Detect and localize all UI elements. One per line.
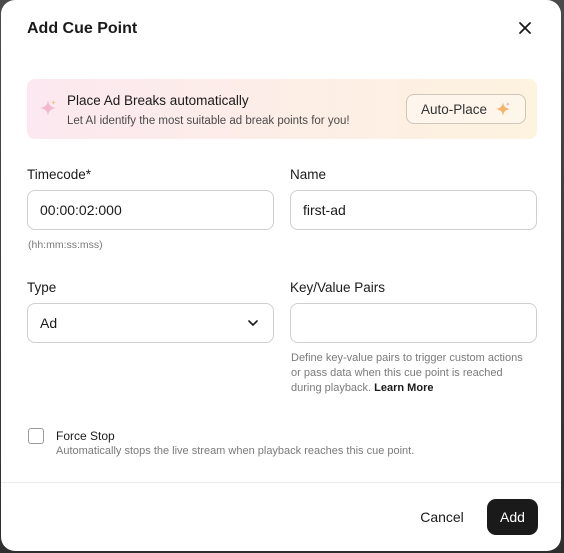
close-button[interactable] [515, 18, 535, 38]
footer-divider [1, 482, 561, 483]
force-stop-checkbox[interactable] [28, 428, 44, 444]
sparkle-icon [40, 100, 56, 116]
force-stop-description: Automatically stops the live stream when… [56, 445, 415, 457]
banner-subtitle: Let AI identify the most suitable ad bre… [67, 115, 350, 127]
timecode-format-hint: (hh:mm:ss:mss) [28, 239, 103, 251]
type-label: Type [27, 280, 57, 295]
timecode-label: Timecode* [27, 167, 92, 182]
close-icon [519, 22, 531, 34]
force-stop-label: Force Stop [56, 429, 115, 443]
name-input[interactable]: first-ad [290, 190, 537, 230]
kv-pairs-input[interactable] [290, 303, 537, 343]
add-button[interactable]: Add [487, 499, 538, 535]
auto-place-banner: Place Ad Breaks automatically Let AI ide… [27, 79, 537, 139]
chevron-down-icon [248, 320, 258, 326]
kv-pairs-hint: Define key-value pairs to trigger custom… [291, 351, 531, 396]
banner-title: Place Ad Breaks automatically [67, 93, 249, 108]
dialog-header: Add Cue Point [27, 18, 539, 42]
auto-place-label: Auto-Place [420, 101, 488, 117]
type-selected-value: Ad [40, 315, 58, 331]
auto-place-button[interactable]: Auto-Place [406, 94, 526, 124]
kv-pairs-label: Key/Value Pairs [290, 280, 386, 295]
type-select[interactable]: Ad [27, 303, 274, 343]
name-label: Name [290, 167, 327, 182]
learn-more-link[interactable]: Learn More [374, 382, 433, 394]
cancel-button[interactable]: Cancel [409, 500, 475, 534]
timecode-input[interactable]: 00:00:02:000 [27, 190, 274, 230]
sparkle-icon [495, 101, 511, 117]
add-cue-point-dialog: Add Cue Point Place Ad Breaks automatica… [1, 0, 561, 551]
dialog-title: Add Cue Point [27, 20, 138, 37]
